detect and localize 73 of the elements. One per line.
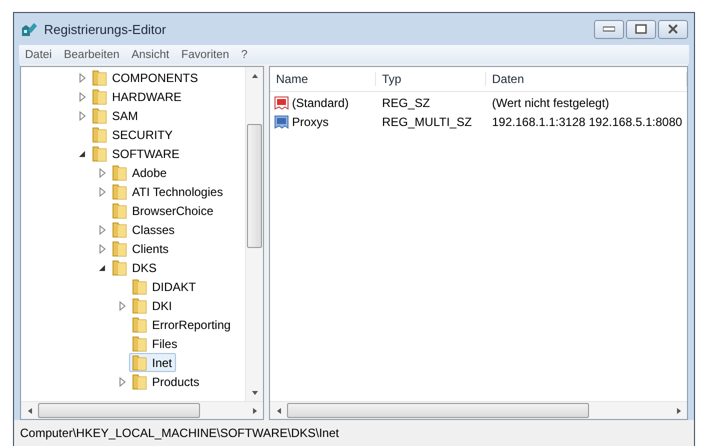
folder-icon xyxy=(111,221,128,238)
maximize-button[interactable] xyxy=(626,20,656,38)
column-header[interactable]: Daten xyxy=(486,72,687,86)
tree-item[interactable]: Adobe xyxy=(109,163,171,182)
tree-item[interactable]: SOFTWARE xyxy=(89,144,184,163)
folder-icon xyxy=(131,335,148,352)
expand-icon[interactable] xyxy=(77,72,87,82)
tree-item[interactable]: DKI xyxy=(129,296,176,315)
tree-item[interactable]: BrowserChoice xyxy=(109,201,218,220)
tree-item[interactable]: Inet xyxy=(129,353,176,372)
menu-item[interactable]: Ansicht xyxy=(125,48,176,60)
multi-string-value-icon xyxy=(274,114,290,130)
expand-icon[interactable] xyxy=(97,244,107,254)
tree-item[interactable]: Files xyxy=(129,334,182,353)
expand-icon[interactable] xyxy=(77,92,87,102)
minimize-icon xyxy=(603,26,615,32)
folder-icon xyxy=(91,88,108,105)
expand-icon[interactable] xyxy=(97,224,107,234)
folder-icon xyxy=(131,278,148,295)
menu-item[interactable]: Datei xyxy=(19,48,58,60)
tree-item[interactable]: ATI Technologies xyxy=(109,182,227,201)
scrollbar-thumb[interactable] xyxy=(38,403,200,418)
collapse-icon[interactable] xyxy=(98,264,106,272)
scrollbar-thumb[interactable] xyxy=(287,403,589,418)
column-header[interactable]: Name xyxy=(270,72,376,86)
registry-icon xyxy=(20,20,38,38)
expand-icon[interactable] xyxy=(97,186,107,196)
folder-icon xyxy=(131,316,148,333)
expand-icon[interactable] xyxy=(77,110,87,120)
tree-item[interactable]: DIDAKT xyxy=(129,277,200,296)
folder-icon xyxy=(131,354,148,371)
table-cell: (Standard) xyxy=(292,96,349,110)
folder-icon xyxy=(91,145,108,162)
status-path: Computer\HKEY_LOCAL_MACHINE\SOFTWARE\DKS\Inet xyxy=(20,426,339,440)
table-cell-text: (Wert nicht festgelegt) xyxy=(491,96,610,110)
tree-item[interactable]: SAM xyxy=(89,106,142,125)
expand-icon[interactable] xyxy=(97,168,107,178)
close-button[interactable] xyxy=(658,20,688,38)
tree-item[interactable]: ErrorReporting xyxy=(129,315,235,334)
folder-icon xyxy=(111,183,128,200)
table-cell-text: REG_MULTI_SZ xyxy=(381,114,473,128)
close-icon xyxy=(667,24,679,34)
tree-item[interactable]: Products xyxy=(129,372,204,391)
expand-icon[interactable] xyxy=(117,376,127,386)
folder-icon xyxy=(111,240,128,257)
folder-icon xyxy=(91,69,108,86)
menu-item[interactable]: ? xyxy=(235,48,254,60)
string-value-icon xyxy=(274,94,290,110)
table-cell-text: 192.168.1.1:3128 192.168.5.1:8080 xyxy=(491,114,684,128)
tree-item[interactable]: Clients xyxy=(109,239,173,258)
table-cell: Proxys xyxy=(292,114,329,128)
menu-item[interactable]: Favoriten xyxy=(175,48,236,60)
folder-icon xyxy=(91,126,108,143)
window-title: Registrierungs-Editor xyxy=(44,22,168,36)
tree-item[interactable]: COMPONENTS xyxy=(89,68,202,87)
table-cell-text: REG_SZ xyxy=(381,96,432,110)
folder-icon xyxy=(111,164,128,181)
folder-icon xyxy=(131,373,148,390)
minimize-button[interactable] xyxy=(594,20,624,38)
folder-icon xyxy=(111,259,128,276)
tree-item[interactable]: Classes xyxy=(109,220,179,239)
folder-icon xyxy=(131,297,148,314)
folder-icon xyxy=(91,107,108,124)
expand-icon[interactable] xyxy=(117,300,127,310)
menu-item[interactable]: Bearbeiten xyxy=(58,48,126,60)
tree-item[interactable]: SECURITY xyxy=(89,125,177,144)
column-header[interactable]: Typ xyxy=(376,72,486,86)
maximize-icon xyxy=(635,24,647,34)
tree-item[interactable]: DKS xyxy=(109,258,161,277)
scrollbar-thumb[interactable] xyxy=(247,124,262,248)
collapse-icon[interactable] xyxy=(78,150,86,158)
folder-icon xyxy=(111,202,128,219)
tree-item[interactable]: HARDWARE xyxy=(89,87,186,106)
